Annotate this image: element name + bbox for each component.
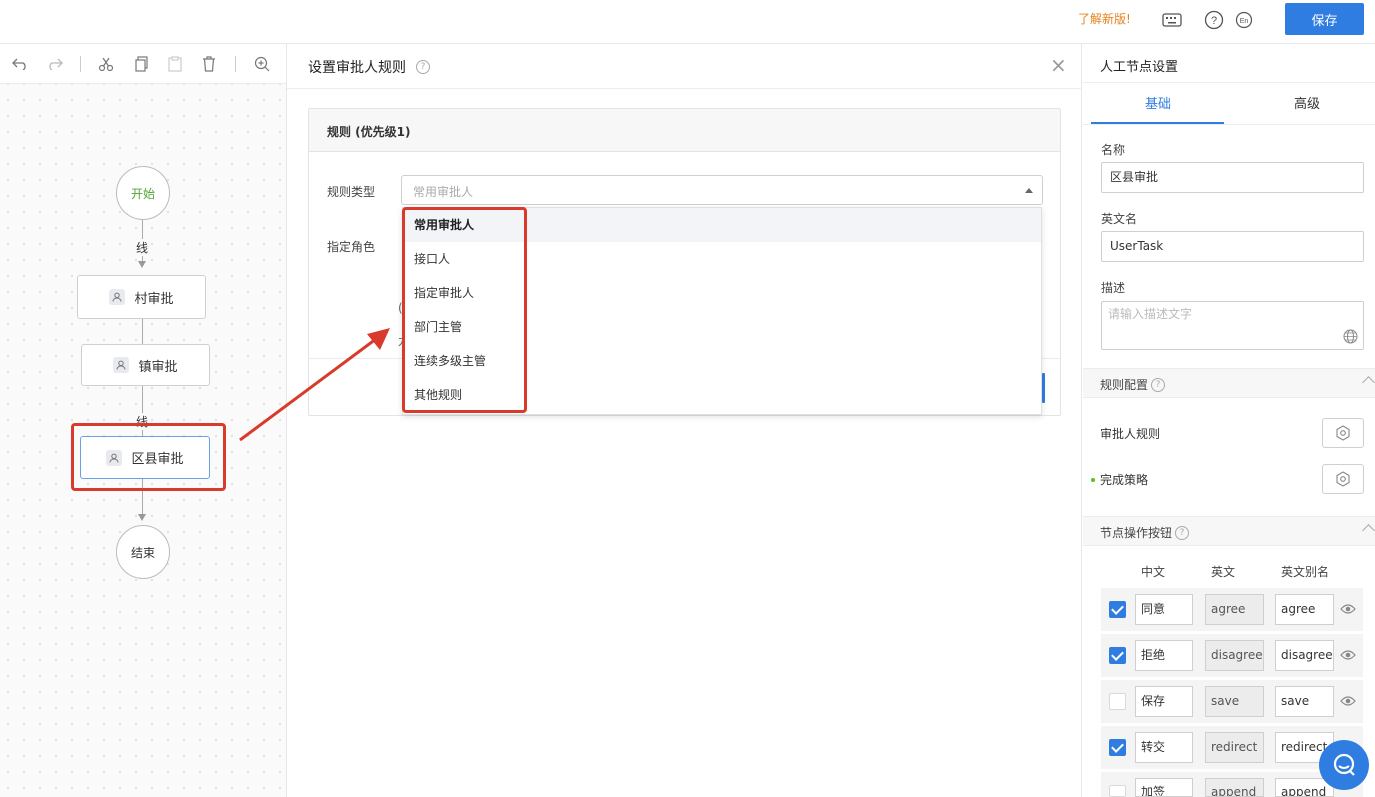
user-icon	[109, 289, 126, 305]
language-en-icon[interactable]: En	[1233, 9, 1255, 31]
redo-icon[interactable]	[45, 54, 65, 74]
close-icon[interactable]: ×	[1050, 55, 1067, 75]
button-enable-checkbox[interactable]	[1109, 693, 1126, 710]
approver-rule-label: 审批人规则	[1100, 427, 1161, 441]
highlight-box-node	[71, 423, 226, 491]
copy-icon[interactable]	[132, 54, 152, 74]
task-node-town[interactable]: 镇审批	[81, 344, 210, 386]
whats-new-link[interactable]: 了解新版!	[1078, 11, 1131, 27]
eye-icon[interactable]	[1340, 695, 1356, 707]
chevron-up-icon[interactable]	[1362, 524, 1375, 537]
button-en-field: save	[1205, 686, 1264, 717]
button-en-field: append	[1205, 778, 1264, 797]
delete-icon[interactable]	[199, 54, 219, 74]
approver-rule-settings-button[interactable]	[1322, 418, 1364, 448]
button-cn-input[interactable]: 加签	[1135, 778, 1193, 797]
button-alias-input[interactable]: disagree	[1275, 640, 1334, 671]
help-circle-icon[interactable]: ?	[1203, 9, 1225, 31]
desc-textarea[interactable]: 请输入描述文字	[1101, 301, 1364, 350]
panel-title: 人工节点设置	[1100, 60, 1179, 75]
button-en-field: redirect	[1205, 732, 1264, 763]
help-icon[interactable]: ?	[1151, 377, 1166, 392]
line-label: 线	[133, 239, 152, 256]
eye-icon[interactable]	[1340, 603, 1356, 615]
end-node[interactable]: 结束	[116, 525, 170, 579]
paste-icon[interactable]	[165, 54, 185, 74]
chevron-up-icon[interactable]	[1362, 376, 1375, 389]
help-icon[interactable]: ?	[416, 60, 430, 74]
node-settings-panel: 人工节点设置 基础 高级 名称 区县审批 英文名 UserTask 描述 请输入…	[1083, 44, 1375, 797]
name-label: 名称	[1101, 143, 1126, 157]
chat-bubble-icon	[1333, 753, 1355, 776]
en-name-label: 英文名	[1101, 212, 1138, 226]
help-icon[interactable]: ?	[1175, 525, 1190, 540]
svg-text:En: En	[1240, 18, 1249, 25]
button-cn-input[interactable]: 拒绝	[1135, 640, 1193, 671]
desc-label: 描述	[1101, 281, 1126, 295]
user-icon	[113, 357, 130, 373]
button-enable-checkbox[interactable]	[1109, 601, 1126, 618]
button-cn-input[interactable]: 转交	[1135, 732, 1193, 763]
name-input[interactable]: 区县审批	[1101, 162, 1364, 193]
button-enable-checkbox[interactable]	[1109, 785, 1126, 797]
node-buttons-section[interactable]: 节点操作按钮?	[1083, 516, 1375, 546]
eye-icon[interactable]	[1340, 649, 1356, 661]
globe-icon[interactable]	[1343, 329, 1358, 344]
rule-header: 规则 (优先级1)	[309, 109, 1060, 152]
save-button[interactable]: 保存	[1285, 3, 1364, 35]
status-dot	[1091, 478, 1095, 482]
col-header-cn: 中文	[1141, 565, 1166, 579]
button-alias-input[interactable]: agree	[1275, 594, 1334, 625]
button-alias-input[interactable]: save	[1275, 686, 1334, 717]
zoom-in-icon[interactable]	[252, 54, 272, 74]
tab-advanced[interactable]: 高级	[1294, 93, 1320, 112]
top-bar: 了解新版! ? En 保存	[0, 0, 1375, 44]
complete-strategy-settings-button[interactable]	[1322, 464, 1364, 494]
keyboard-icon[interactable]	[1161, 9, 1183, 31]
approver-rule-dialog: 设置审批人规则 ? × 规则 (优先级1) 规则类型 常用审批人 指定角色 ( …	[287, 44, 1082, 797]
col-header-alias: 英文别名	[1281, 565, 1330, 579]
gear-icon	[1336, 425, 1350, 441]
tab-basic[interactable]: 基础	[1145, 93, 1171, 112]
button-en-field: agree	[1205, 594, 1264, 625]
button-cn-input[interactable]: 同意	[1135, 594, 1193, 625]
rule-type-select[interactable]: 常用审批人	[401, 175, 1043, 205]
col-header-en: 英文	[1211, 565, 1236, 579]
undo-icon[interactable]	[10, 54, 30, 74]
button-cn-input[interactable]: 保存	[1135, 686, 1193, 717]
button-enable-checkbox[interactable]	[1109, 739, 1126, 756]
task-node-village[interactable]: 村审批	[77, 275, 206, 319]
rule-config-section[interactable]: 规则配置?	[1083, 368, 1375, 398]
svg-text:?: ?	[1211, 15, 1217, 27]
annotation-arrow-icon	[239, 328, 390, 442]
rule-type-label: 规则类型	[327, 185, 376, 199]
caret-up-icon	[1025, 188, 1033, 193]
start-node[interactable]: 开始	[116, 166, 170, 220]
customer-service-button[interactable]	[1319, 740, 1369, 790]
gear-icon	[1336, 471, 1350, 487]
canvas-toolbar	[0, 44, 286, 84]
role-label: 指定角色	[327, 240, 376, 254]
button-en-field: disagree	[1205, 640, 1264, 671]
button-enable-checkbox[interactable]	[1109, 647, 1126, 664]
highlight-box-options	[402, 207, 527, 413]
complete-strategy-label: 完成策略	[1100, 473, 1149, 487]
cut-icon[interactable]	[96, 54, 116, 74]
en-name-input[interactable]: UserTask	[1101, 231, 1364, 262]
dialog-title: 设置审批人规则 ?	[308, 57, 430, 77]
